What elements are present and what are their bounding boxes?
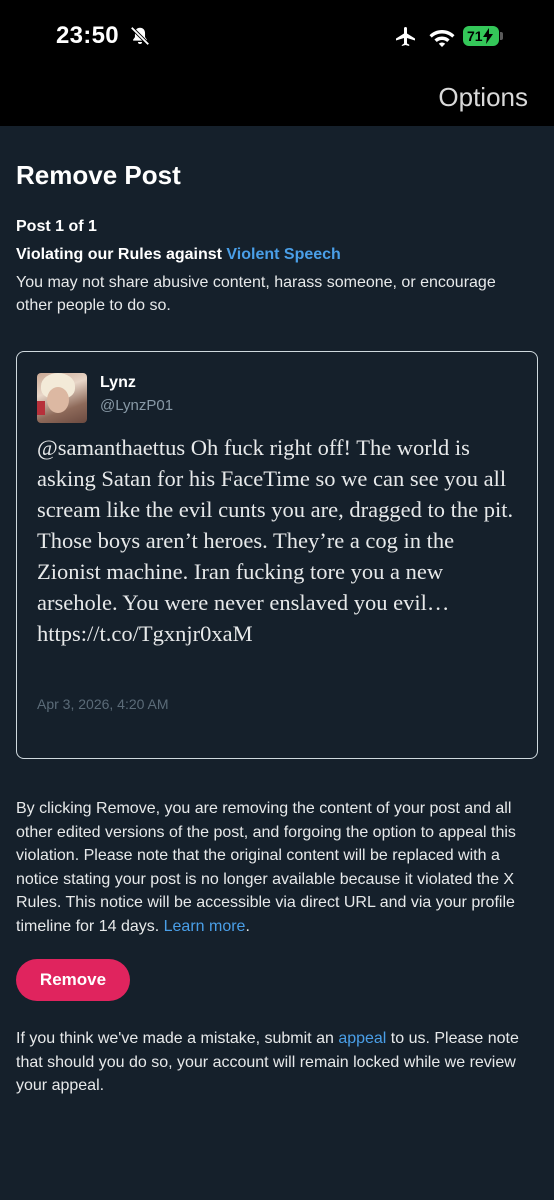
battery-level: 71 [467,28,483,44]
policy-description: You may not share abusive content, haras… [16,274,496,314]
disclaimer-text: By clicking Remove, you are removing the… [16,800,516,935]
battery-tip [500,32,503,40]
removal-disclaimer: By clicking Remove, you are removing the… [16,797,538,938]
options-button[interactable]: Options [438,82,528,113]
author-name: Lynz [100,374,136,391]
post-count: Post 1 of 1 [16,218,97,235]
learn-more-link[interactable]: Learn more [164,918,246,935]
airplane-icon [396,27,415,46]
author-handle: @LynzP01 [100,397,174,414]
top-bar: Options [0,72,554,126]
post-text: @samanthaettus Oh fuck right off! The wo… [37,435,514,646]
appeal-notice: If you think we've made a mistake, submi… [16,1027,538,1098]
post-date: Apr 3, 2026, 4:20 AM [37,696,169,712]
charging-bolt-icon [483,28,493,44]
wifi-icon [429,30,455,47]
violation-heading: Violating our Rules against Violent Spee… [16,246,341,264]
disclaimer-period: . [245,917,250,935]
bell-slash-icon [130,26,150,46]
avatar[interactable] [37,373,87,423]
page-title: Remove Post [16,160,181,190]
post-card: Lynz @LynzP01 @samanthaettus Oh fuck rig… [16,351,538,759]
remove-button[interactable]: Remove [16,959,130,1001]
appeal-link[interactable]: appeal [338,1030,386,1047]
appeal-prefix: If you think we've made a mistake, submi… [16,1030,339,1047]
status-bar: 23:50 71 [0,0,554,72]
violent-speech-link[interactable]: Violent Speech [226,246,340,263]
status-time: 23:50 [56,22,119,49]
violation-prefix: Violating our Rules against [16,246,227,263]
